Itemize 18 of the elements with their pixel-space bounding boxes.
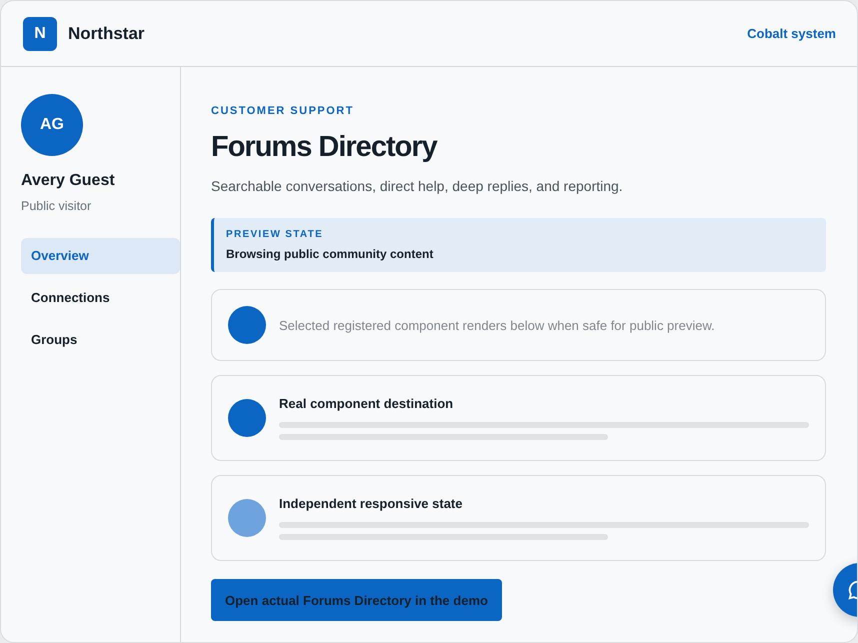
nav-item[interactable]: Groups: [21, 322, 180, 358]
section-eyebrow: CUSTOMER SUPPORT: [211, 105, 355, 117]
page-subtitle: Searchable conversations, direct help, deep replies, and reporting.: [211, 178, 624, 194]
avatar: AG: [21, 94, 83, 156]
profile-name: Avery Guest: [21, 172, 116, 190]
brand-name: Northstar: [68, 24, 145, 44]
nav-item[interactable]: Overview: [21, 238, 180, 274]
card-title: Independent responsive state: [279, 496, 464, 511]
header-link[interactable]: Cobalt system: [747, 26, 836, 41]
card-title: Real component destination: [279, 396, 454, 411]
notice-label: PREVIEW STATE: [226, 229, 324, 240]
page-title: Forums Directory: [211, 131, 438, 164]
open-demo-button[interactable]: Open actual Forums Directory in the demo: [211, 579, 502, 621]
brand-logo: N: [23, 16, 57, 50]
card-text: Selected registered component renders below when safe for public preview.: [279, 318, 715, 332]
notice-text: Browsing public community content: [226, 247, 434, 261]
profile-role: Public visitor: [21, 199, 92, 213]
nav-item[interactable]: Connections: [21, 280, 180, 316]
